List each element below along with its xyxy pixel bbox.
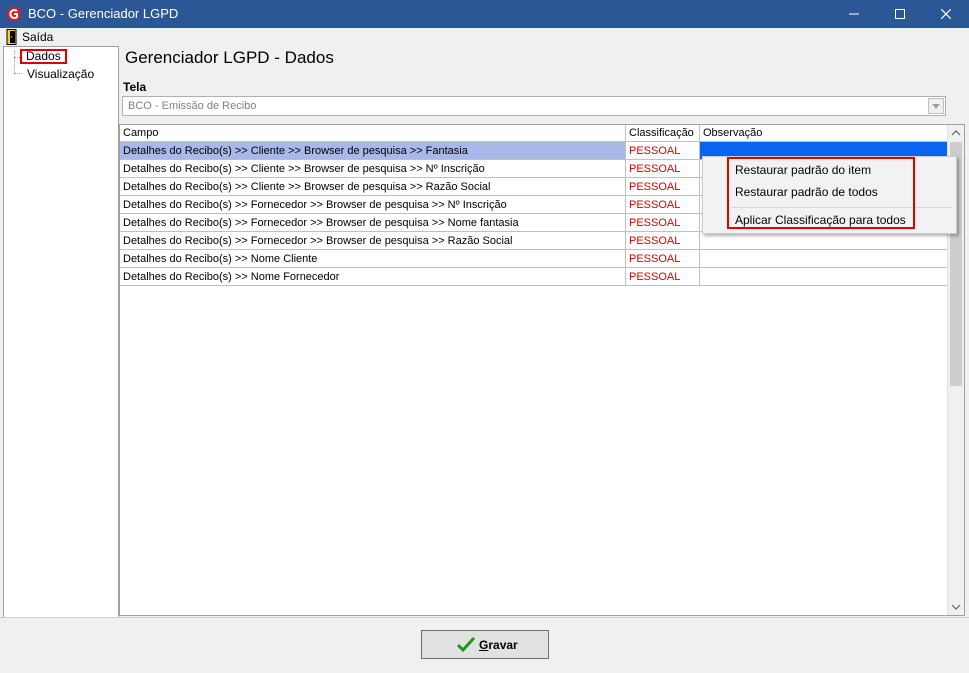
cell-campo[interactable]: Detalhes do Recibo(s) >> Cliente >> Brow… [120,160,626,178]
checkmark-icon [457,637,475,653]
cell-campo[interactable]: Detalhes do Recibo(s) >> Nome Cliente [120,250,626,268]
cell-campo[interactable]: Detalhes do Recibo(s) >> Nome Fornecedor [120,268,626,286]
app-logo-icon [7,7,21,21]
table-row[interactable]: Detalhes do Recibo(s) >> Fornecedor >> B… [120,232,948,250]
maximize-icon [895,9,905,19]
cell-classificacao[interactable]: PESSOAL [626,178,700,196]
scroll-up-icon [951,130,961,136]
cell-campo[interactable]: Detalhes do Recibo(s) >> Cliente >> Brow… [120,178,626,196]
grid-header: Campo Classificação Observação [120,125,948,142]
minimize-icon [849,13,859,15]
cell-campo[interactable]: Detalhes do Recibo(s) >> Fornecedor >> B… [120,196,626,214]
context-menu: Restaurar padrão do item Restaurar padrã… [702,156,957,234]
navigation-tree: Dados Visualização [3,46,119,618]
cell-observacao[interactable] [700,232,948,250]
maximize-button[interactable] [877,0,923,28]
window-title: BCO - Gerenciador LGPD [28,6,179,21]
save-button-accelerator: G [479,638,489,652]
tree-item-visualizacao[interactable]: Visualização [27,67,94,81]
menu-bar: Saída [0,28,969,46]
cell-classificacao[interactable]: PESSOAL [626,214,700,232]
column-header-observacao[interactable]: Observação [700,125,948,141]
save-button-label: Gravar [479,638,518,652]
cell-observacao[interactable] [700,268,948,286]
exit-door-icon [6,29,17,45]
screen-select[interactable]: BCO - Emissão de Recibo [122,96,946,116]
scroll-down-icon [951,604,961,610]
menu-item-apply-classification-all[interactable]: Aplicar Classificação para todos [735,213,906,227]
table-row[interactable]: Detalhes do Recibo(s) >> Nome Fornecedor… [120,268,948,286]
screen-select-label: Tela [123,80,147,94]
save-button[interactable]: Gravar [421,630,549,659]
menu-item-restore-all[interactable]: Restaurar padrão de todos [735,185,878,199]
scroll-down-button[interactable] [948,599,964,615]
column-header-classificacao[interactable]: Classificação [626,125,700,141]
tree-item-dados[interactable]: Dados [20,49,67,64]
dropdown-arrow-icon[interactable] [928,98,944,114]
screen-select-value: BCO - Emissão de Recibo [128,100,257,112]
cell-campo[interactable]: Detalhes do Recibo(s) >> Fornecedor >> B… [120,214,626,232]
menu-separator [731,207,952,208]
close-button[interactable] [923,0,969,28]
cell-classificacao[interactable]: PESSOAL [626,232,700,250]
close-icon [941,9,951,19]
tree-connector [14,73,22,74]
cell-observacao[interactable] [700,250,948,268]
scroll-up-button[interactable] [948,125,964,141]
cell-campo[interactable]: Detalhes do Recibo(s) >> Fornecedor >> B… [120,232,626,250]
page-title: Gerenciador LGPD - Dados [125,48,334,67]
cell-campo[interactable]: Detalhes do Recibo(s) >> Cliente >> Brow… [120,142,626,160]
cell-classificacao[interactable]: PESSOAL [626,160,700,178]
cell-classificacao[interactable]: PESSOAL [626,268,700,286]
column-header-campo[interactable]: Campo [120,125,626,141]
cell-classificacao[interactable]: PESSOAL [626,196,700,214]
minimize-button[interactable] [831,0,877,28]
cell-classificacao[interactable]: PESSOAL [626,250,700,268]
table-row[interactable]: Detalhes do Recibo(s) >> Nome Cliente PE… [120,250,948,268]
menu-item-restore-item[interactable]: Restaurar padrão do item [735,163,871,177]
title-bar: BCO - Gerenciador LGPD [0,0,969,28]
cell-classificacao[interactable]: PESSOAL [626,142,700,160]
menu-exit-label: Saída [22,30,54,44]
tree-connector [14,51,15,73]
save-button-label-rest: ravar [488,638,518,652]
